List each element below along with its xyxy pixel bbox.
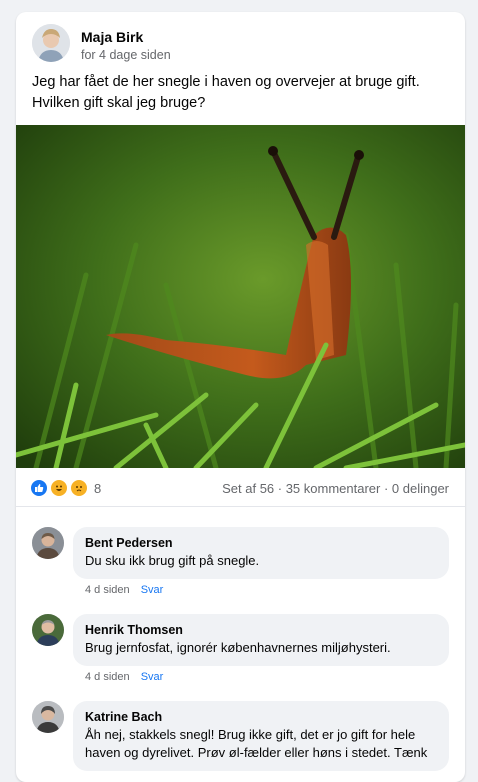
post-card: Maja Birk for 4 dage siden Jeg har fået … bbox=[16, 12, 465, 782]
comment-time[interactable]: 4 d siden bbox=[85, 671, 130, 683]
commenter-avatar[interactable] bbox=[32, 701, 64, 733]
post-header: Maja Birk for 4 dage siden bbox=[16, 12, 465, 72]
post-timestamp[interactable]: for 4 dage siden bbox=[81, 48, 171, 62]
commenter-name[interactable]: Henrik Thomsen bbox=[85, 622, 437, 639]
reactions-bar: 8 Set af 56 · 35 kommentarer · 0 delinge… bbox=[16, 468, 465, 507]
comment-meta: 4 d siden Svar bbox=[85, 671, 163, 683]
author-avatar[interactable] bbox=[32, 24, 70, 62]
comment-bubble: Katrine Bach Åh nej, stakkels snegl! Bru… bbox=[73, 701, 449, 771]
comment-text: Åh nej, stakkels snegl! Brug ikke gift, … bbox=[85, 727, 428, 760]
sad-icon[interactable] bbox=[70, 479, 88, 497]
like-icon[interactable] bbox=[30, 479, 48, 497]
avatar-photo bbox=[32, 701, 64, 733]
reaction-count[interactable]: 8 bbox=[94, 481, 101, 496]
comment-time[interactable]: 4 d siden bbox=[85, 584, 130, 596]
slug-photo bbox=[16, 125, 465, 468]
reply-link[interactable]: Svar bbox=[141, 671, 164, 683]
post-text: Jeg har fået de her snegle i haven og ov… bbox=[32, 74, 420, 111]
reply-link[interactable]: Svar bbox=[141, 584, 164, 596]
avatar-photo bbox=[32, 527, 64, 559]
comment-bubble: Bent Pedersen Du sku ikk brug gift på sn… bbox=[73, 527, 449, 579]
comment-bubble: Henrik Thomsen Brug jernfosfat, ignorér … bbox=[73, 614, 449, 666]
commenter-avatar[interactable] bbox=[32, 527, 64, 559]
comment-text: Brug jernfosfat, ignorér københavnernes … bbox=[85, 640, 391, 655]
author-name[interactable]: Maja Birk bbox=[81, 29, 143, 45]
commenter-avatar[interactable] bbox=[32, 614, 64, 646]
post-stats[interactable]: Set af 56 · 35 kommentarer · 0 delinger bbox=[222, 481, 449, 496]
commenter-name[interactable]: Bent Pedersen bbox=[85, 535, 437, 552]
commenter-name[interactable]: Katrine Bach bbox=[85, 709, 437, 726]
avatar-photo bbox=[32, 24, 70, 62]
avatar-photo bbox=[32, 614, 64, 646]
comment-meta: 4 d siden Svar bbox=[85, 584, 163, 596]
reaction-icons[interactable] bbox=[30, 479, 90, 497]
post-image-slug[interactable] bbox=[16, 125, 465, 468]
haha-icon[interactable] bbox=[50, 479, 68, 497]
comment-text: Du sku ikk brug gift på snegle. bbox=[85, 553, 260, 568]
